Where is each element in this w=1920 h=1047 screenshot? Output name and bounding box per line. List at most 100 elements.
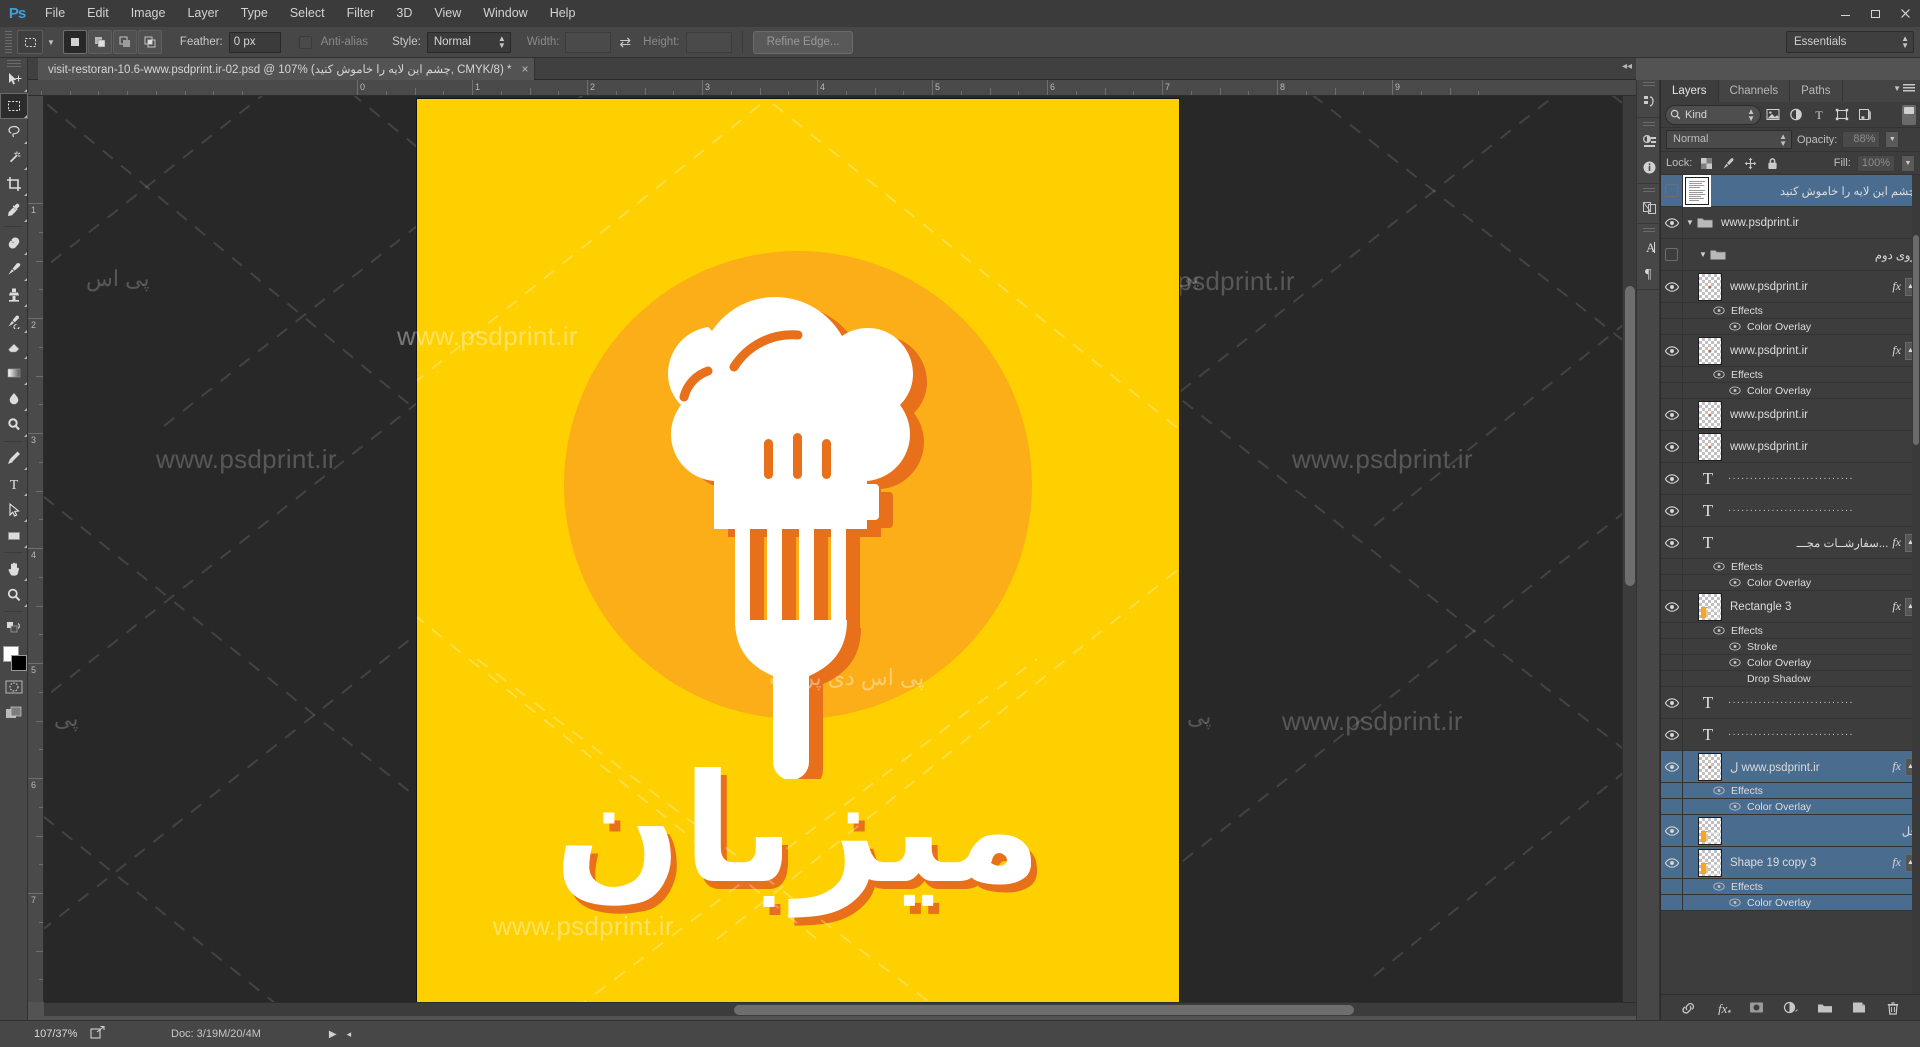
document-canvas[interactable]: میزبان میزبان www.psdprint.ir پی اس دی پ… bbox=[397, 99, 1179, 1002]
lock-image-icon[interactable] bbox=[1720, 155, 1736, 171]
magic-wand-tool[interactable] bbox=[0, 145, 28, 171]
layer-visibility-eye-icon[interactable] bbox=[1661, 654, 1683, 671]
layer-visibility-eye-icon[interactable] bbox=[1661, 366, 1683, 383]
fill-value[interactable]: 100% bbox=[1856, 154, 1895, 172]
add-layer-style-icon[interactable]: fx bbox=[1714, 999, 1732, 1017]
layer-row[interactable]: T ····························· bbox=[1661, 686, 1920, 719]
layer-name[interactable]: روی دوم bbox=[1734, 248, 1916, 262]
default-colors-icon[interactable] bbox=[0, 615, 28, 641]
rectangle-tool[interactable] bbox=[0, 523, 28, 549]
layer-list[interactable]: چشم این لایه را خاموش کنید ▼ www.psdprint.… bbox=[1661, 175, 1920, 994]
layer-effects-fx-icon[interactable]: fx bbox=[1892, 855, 1901, 870]
spot-healing-brush-tool[interactable] bbox=[0, 230, 28, 256]
layer-row[interactable]: ▼ www.psdprint.ir bbox=[1661, 206, 1920, 239]
layer-visibility-eye-icon[interactable] bbox=[1661, 590, 1683, 623]
layer-visibility-eye-icon[interactable] bbox=[1661, 302, 1683, 319]
layer-effect-row[interactable]: Effects bbox=[1661, 622, 1920, 639]
group-disclosure-triangle-icon[interactable]: ▼ bbox=[1683, 218, 1697, 227]
layer-effect-row[interactable]: Color Overlay bbox=[1661, 318, 1920, 335]
layer-visibility-eye-icon[interactable] bbox=[1661, 894, 1683, 911]
layer-effect-row[interactable]: Effects bbox=[1661, 302, 1920, 319]
new-layer-icon[interactable] bbox=[1850, 999, 1868, 1017]
layer-visibility-eye-icon[interactable] bbox=[1661, 782, 1683, 799]
menu-filter[interactable]: Filter bbox=[336, 0, 386, 27]
new-adjustment-layer-icon[interactable] bbox=[1782, 999, 1800, 1017]
layer-visibility-eye-icon[interactable] bbox=[1661, 718, 1683, 751]
effect-visibility-eye-icon[interactable] bbox=[1729, 577, 1741, 588]
layer-row[interactable]: www.psdprint.ir fx ▲ bbox=[1661, 270, 1920, 303]
layer-name[interactable]: ل www.psdprint.ir bbox=[1730, 760, 1888, 774]
layer-name[interactable]: Rectangle 3 bbox=[1730, 601, 1888, 613]
eyedropper-tool[interactable] bbox=[0, 197, 28, 223]
crop-tool[interactable] bbox=[0, 171, 28, 197]
effect-visibility-eye-icon[interactable] bbox=[1729, 385, 1741, 396]
layer-effect-row[interactable]: Effects bbox=[1661, 366, 1920, 383]
layer-effect-row[interactable]: Effects bbox=[1661, 782, 1920, 799]
layer-name[interactable]: ····························· bbox=[1728, 473, 1916, 484]
workspace-select[interactable]: Essentials ▲ ▼ bbox=[1786, 31, 1914, 53]
tabstrip-collapse-icon[interactable]: ◂◂ bbox=[1622, 61, 1632, 72]
swap-dimensions-icon[interactable]: ⇄ bbox=[619, 34, 631, 51]
layer-visibility-eye-icon[interactable] bbox=[1661, 622, 1683, 639]
info-icon[interactable] bbox=[1637, 154, 1661, 180]
pen-tool[interactable] bbox=[0, 445, 28, 471]
layer-effects-fx-icon[interactable]: fx bbox=[1892, 279, 1901, 294]
link-layers-icon[interactable] bbox=[1680, 999, 1698, 1017]
layers-scrollbar[interactable] bbox=[1912, 175, 1920, 994]
antialias-checkbox[interactable] bbox=[298, 35, 312, 49]
layer-name[interactable]: ····························· bbox=[1728, 729, 1916, 740]
menu-layer[interactable]: Layer bbox=[176, 0, 229, 27]
icon-rail-grip[interactable] bbox=[1637, 186, 1659, 194]
adjustments-icon[interactable] bbox=[1637, 128, 1661, 154]
layer-effect-row[interactable]: Color Overlay bbox=[1661, 654, 1920, 671]
filter-kind-select[interactable]: Kind ▲ ▼ bbox=[1665, 104, 1761, 125]
layer-visibility-eye-icon[interactable] bbox=[1661, 382, 1683, 399]
tab-layers[interactable]: Layers bbox=[1661, 80, 1719, 102]
lock-transparent-icon[interactable] bbox=[1698, 155, 1714, 171]
layer-visibility-eye-icon[interactable] bbox=[1661, 462, 1683, 495]
effect-visibility-eye-icon[interactable] bbox=[1713, 561, 1725, 572]
effect-visibility-eye-icon[interactable] bbox=[1729, 897, 1741, 908]
layer-visibility-eye-icon[interactable] bbox=[1661, 798, 1683, 815]
layer-row[interactable]: www.psdprint.ir fx ▲ bbox=[1661, 334, 1920, 367]
layer-visibility-eye-icon[interactable] bbox=[1661, 318, 1683, 335]
feather-input[interactable]: 0 px bbox=[228, 31, 281, 53]
new-selection-button[interactable] bbox=[62, 30, 87, 54]
filter-smartobject-icon[interactable] bbox=[1854, 105, 1876, 125]
blend-mode-select[interactable]: Normal ▲ ▼ bbox=[1666, 130, 1792, 149]
layer-thumbnail[interactable] bbox=[1698, 400, 1722, 429]
opacity-value[interactable]: 88% bbox=[1842, 131, 1881, 148]
status-resize-icon[interactable]: ◂ bbox=[347, 1029, 352, 1040]
effect-visibility-eye-icon[interactable] bbox=[1713, 369, 1725, 380]
layer-thumbnail[interactable] bbox=[1698, 272, 1722, 301]
layer-visibility-eye-icon[interactable] bbox=[1661, 526, 1683, 559]
filter-shape-icon[interactable] bbox=[1831, 105, 1853, 125]
layer-row[interactable]: Shape 19 copy 3 fx ▲ bbox=[1661, 846, 1920, 879]
layer-visibility-eye-icon[interactable] bbox=[1661, 558, 1683, 575]
filter-type-icon[interactable]: T bbox=[1808, 105, 1830, 125]
character-icon[interactable]: A bbox=[1637, 234, 1661, 260]
blur-tool[interactable] bbox=[0, 386, 28, 412]
subtract-from-selection-button[interactable] bbox=[112, 30, 137, 54]
menu-3d[interactable]: 3D bbox=[385, 0, 423, 27]
effect-visibility-eye-icon[interactable] bbox=[1729, 641, 1741, 652]
layer-visibility-eye-icon[interactable] bbox=[1661, 750, 1683, 783]
layer-name[interactable]: www.psdprint.ir bbox=[1730, 345, 1888, 357]
filter-enable-toggle[interactable] bbox=[1902, 104, 1916, 125]
layer-name[interactable]: چشم این لایه را خاموش کنید bbox=[1717, 184, 1916, 198]
menu-view[interactable]: View bbox=[423, 0, 472, 27]
group-disclosure-triangle-icon[interactable]: ▼ bbox=[1696, 250, 1710, 259]
quick-mask-icon[interactable] bbox=[0, 674, 28, 700]
filter-adjustment-icon[interactable] bbox=[1785, 105, 1807, 125]
layer-thumbnail[interactable] bbox=[1698, 432, 1722, 461]
canvas-horizontal-scroll-thumb[interactable] bbox=[734, 1005, 1354, 1015]
canvas-area[interactable]: پی اس www.psdprint.ir پی www.psdprint.ir… bbox=[44, 96, 1636, 1002]
layer-effects-fx-icon[interactable]: fx bbox=[1892, 759, 1901, 774]
layer-visibility-eye-icon[interactable] bbox=[1661, 494, 1683, 527]
layer-name[interactable]: www.psdprint.ir bbox=[1730, 409, 1916, 421]
vertical-ruler[interactable]: 12345678 bbox=[28, 96, 44, 1002]
lock-position-icon[interactable] bbox=[1742, 155, 1758, 171]
document-tab[interactable]: visit-restoran-10.6-www.psdprint.ir-02.p… bbox=[38, 58, 536, 80]
menu-file[interactable]: File bbox=[34, 0, 76, 27]
canvas-horizontal-scrollbar[interactable] bbox=[44, 1002, 1636, 1016]
